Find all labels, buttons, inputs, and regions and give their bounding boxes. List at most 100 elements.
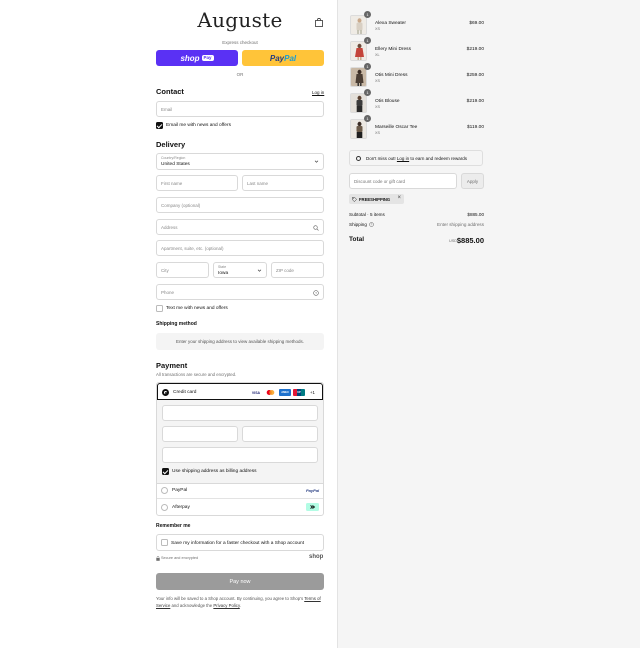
subtotal-label: Subtotal · 5 items [349, 212, 385, 217]
discount-code-input[interactable] [354, 178, 456, 184]
product-image-icon [351, 120, 366, 138]
item-name: Otis Blouse [375, 99, 400, 104]
item-name: Otis Mini Dress [375, 73, 408, 78]
last-name-field[interactable] [242, 175, 324, 191]
state-value: Iowa [218, 270, 229, 276]
first-name-field[interactable] [156, 175, 238, 191]
more-cards-badge: +1 [310, 390, 315, 395]
delivery-heading: Delivery [156, 140, 186, 149]
cart-item: 1 Alexa Sweater XS $69.00 [350, 11, 484, 35]
payment-subtitle: All transactions are secure and encrypte… [156, 372, 237, 377]
credit-card-radio[interactable] [162, 389, 169, 396]
zip-input[interactable] [276, 267, 323, 273]
secure-label: Secure and encrypted [161, 556, 199, 560]
phone-field[interactable]: ? [156, 284, 324, 300]
item-price: $69.00 [469, 21, 484, 26]
pay-now-button[interactable]: Pay now [156, 573, 324, 590]
visa-logo-icon: VISA [251, 390, 261, 395]
afterpay-radio[interactable] [161, 504, 168, 511]
afterpay-option[interactable]: Afterpay [157, 499, 323, 516]
product-thumbnail [350, 41, 367, 61]
product-thumbnail [350, 119, 367, 139]
remember-me-checkbox[interactable] [161, 539, 168, 546]
email-news-label: Email me with news and offers [166, 123, 231, 128]
total-currency: USD [449, 239, 458, 243]
email-input[interactable] [161, 106, 323, 112]
shipping-method-heading: Shipping method [156, 321, 197, 327]
total-label: Total [349, 236, 365, 243]
company-field[interactable] [156, 197, 324, 213]
privacy-policy-link[interactable]: Privacy Policy [213, 603, 239, 608]
billing-address-checkbox[interactable] [162, 468, 169, 475]
email-news-checkbox[interactable] [156, 122, 163, 129]
apartment-field[interactable] [156, 240, 324, 256]
text-news-checkbox[interactable] [156, 305, 163, 312]
product-image-icon [351, 42, 366, 60]
address-input[interactable] [161, 224, 323, 230]
apartment-input[interactable] [161, 245, 323, 251]
item-name: Alexa Sweater [375, 21, 406, 26]
paypal-wordmark-2: Pal [284, 53, 297, 63]
shipping-label-text: Shipping [349, 222, 367, 227]
total-value: $885.00 [456, 236, 484, 245]
zip-field[interactable] [271, 262, 324, 278]
item-name: Ellery Mini Dress [375, 47, 411, 52]
item-name: Marseille Oscar Tee [375, 125, 418, 130]
item-price: $219.00 [466, 47, 484, 52]
card-number-field[interactable] [162, 405, 318, 421]
credit-card-option[interactable]: Credit card VISA AMEX UP +1 [157, 383, 323, 400]
apply-discount-button[interactable]: Apply [461, 173, 484, 189]
brand-logo[interactable]: Auguste [156, 8, 324, 32]
state-select[interactable]: State Iowa [213, 262, 267, 278]
country-value: United States [161, 161, 190, 167]
remember-me-heading: Remember me [156, 523, 191, 529]
discount-tag-label: FREESHIPPING [359, 196, 391, 202]
cart-item: 1 Otis Mini Dress XS $259.00 [350, 63, 484, 87]
card-security-code-field[interactable] [242, 426, 318, 442]
product-thumbnail [350, 67, 367, 87]
paypal-express-button[interactable]: Pay Pal [242, 50, 324, 66]
quantity-badge: 1 [364, 89, 371, 96]
tag-icon [352, 196, 357, 202]
first-name-input[interactable] [161, 180, 237, 186]
item-price: $219.00 [466, 99, 484, 104]
paypal-wordmark-1: Pay [269, 53, 285, 63]
quantity-badge: 1 [364, 37, 371, 44]
shopping-bag-icon[interactable] [315, 18, 323, 27]
card-expiry-field[interactable] [162, 426, 238, 442]
help-icon[interactable]: ? [369, 222, 374, 227]
paypal-option[interactable]: PayPal PayPal [157, 482, 323, 499]
afterpay-logo-icon [306, 503, 319, 511]
help-icon[interactable]: ? [313, 290, 319, 296]
phone-input[interactable] [161, 289, 323, 295]
last-name-input[interactable] [247, 180, 323, 186]
unionpay-logo-icon: UP [293, 389, 305, 396]
shop-pay-wordmark: shop [180, 53, 200, 63]
item-price: $259.00 [466, 73, 484, 78]
quantity-badge: 1 [364, 115, 371, 122]
country-select[interactable]: Country/Region United States [156, 153, 324, 170]
paypal-radio[interactable] [161, 487, 168, 494]
product-thumbnail [350, 93, 367, 113]
city-input[interactable] [161, 267, 208, 273]
city-field[interactable] [156, 262, 209, 278]
remember-me-option[interactable]: Save my information for a faster checkou… [156, 534, 324, 551]
address-field[interactable] [156, 219, 324, 235]
chevron-down-icon [257, 269, 262, 272]
mastercard-logo-icon [266, 390, 275, 395]
shop-logo: shop [309, 554, 324, 560]
login-link[interactable]: Log in [312, 90, 324, 95]
state-label: State [218, 265, 227, 269]
company-input[interactable] [161, 202, 323, 208]
paypal-option-label: PayPal [172, 488, 188, 493]
card-name-field[interactable] [162, 447, 318, 463]
shop-pay-button[interactable]: shop Pay [156, 50, 238, 66]
shipping-label: Shipping ? [349, 222, 374, 227]
rewards-login-link[interactable]: Log in [397, 156, 409, 161]
afterpay-option-label: Afterpay [172, 505, 190, 510]
remove-discount-icon[interactable]: × [397, 195, 401, 201]
item-variant: XS [375, 27, 381, 31]
text-news-label: Text me with news and offers [166, 306, 228, 311]
discount-code-field[interactable] [349, 173, 457, 189]
email-field[interactable] [156, 101, 324, 117]
